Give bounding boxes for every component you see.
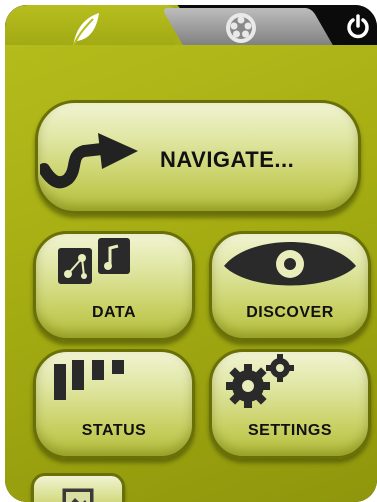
discover-label: DISCOVER xyxy=(246,304,334,321)
navigate-label: NAVIGATE... xyxy=(160,147,295,172)
settings-label: SETTINGS xyxy=(247,422,332,439)
film-reel-icon xyxy=(226,13,256,43)
power-icon[interactable] xyxy=(345,13,371,39)
app-window: NAVIGATE... DATA DISCOVER STATUS SETTING… xyxy=(5,5,377,502)
status-button[interactable]: STATUS xyxy=(33,349,195,459)
discover-button[interactable]: DISCOVER xyxy=(209,231,371,341)
data-files-icon xyxy=(58,238,130,284)
data-button[interactable]: DATA xyxy=(33,231,195,341)
main-panel: NAVIGATE... DATA DISCOVER STATUS SETTING… xyxy=(5,45,377,502)
gears-icon xyxy=(226,354,294,408)
map-image-icon xyxy=(62,488,94,502)
leaf-icon xyxy=(72,13,99,48)
data-label: DATA xyxy=(91,304,137,321)
signal-bars-icon xyxy=(54,360,124,400)
status-label: STATUS xyxy=(81,422,147,439)
settings-button[interactable]: SETTINGS xyxy=(209,349,371,459)
eye-icon xyxy=(224,242,356,286)
map-view-button[interactable] xyxy=(31,473,125,502)
route-arrow-icon xyxy=(40,133,138,189)
navigate-button[interactable]: NAVIGATE... xyxy=(35,100,361,214)
